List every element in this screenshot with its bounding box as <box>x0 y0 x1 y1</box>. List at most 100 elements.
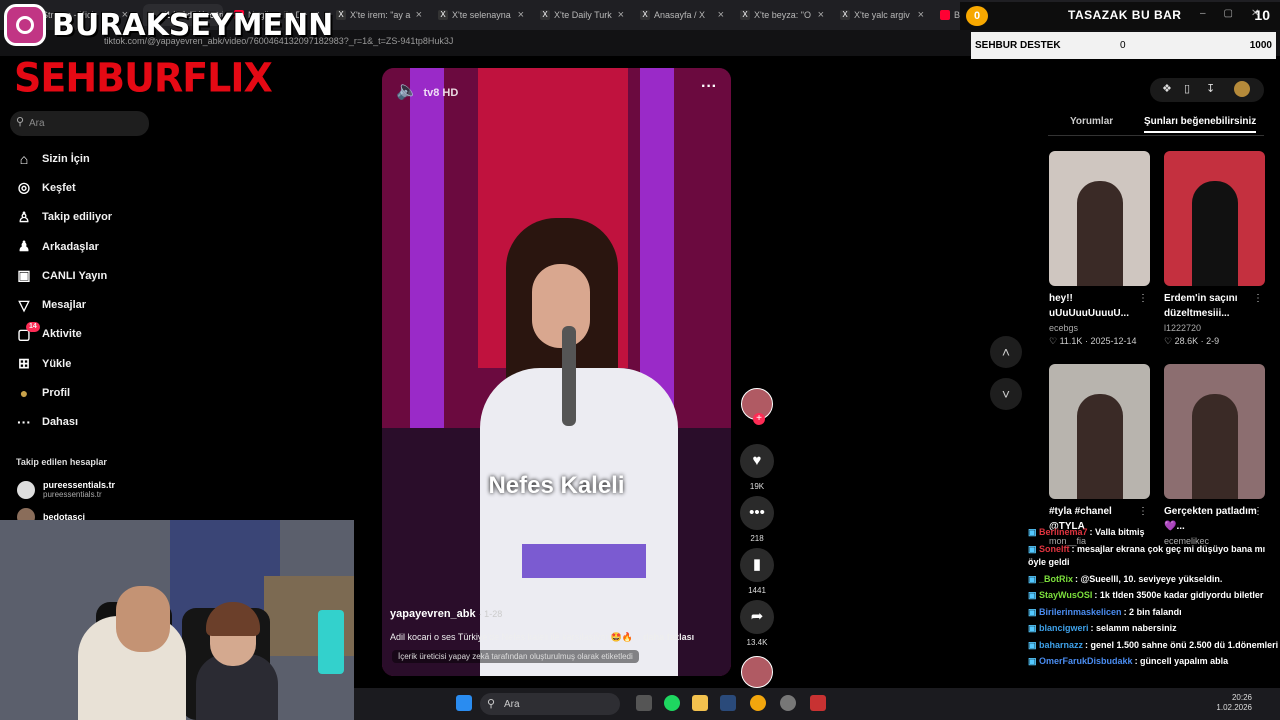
streamer-banner: BURAKSEYMENN <box>4 4 333 46</box>
sidebar-item[interactable]: ● Profil <box>14 378 112 407</box>
sidebar-item[interactable]: ♙ Takip ediliyor <box>14 203 112 232</box>
card-author: ecebgs <box>1049 323 1079 333</box>
video-thumbnail[interactable] <box>1164 364 1265 499</box>
more-options-icon[interactable]: ⋮ <box>1138 293 1148 304</box>
comment-icon: ••• <box>749 504 765 521</box>
send-icon: ▽ <box>18 296 30 313</box>
tab-label: Anasayfa / X <box>654 10 706 20</box>
previous-video-button[interactable]: ˄ <box>990 336 1022 368</box>
card-likes: 11.1K <box>1059 336 1083 346</box>
browser-tab[interactable]: X X'te beyza: "O × <box>734 4 828 26</box>
like-button[interactable]: ♥ <box>740 444 774 478</box>
more-options-icon[interactable]: ⋮ <box>1138 506 1148 517</box>
card-likes: 28.6K <box>1174 336 1199 346</box>
chat-username: blancigweri <box>1039 623 1089 633</box>
spotify-icon[interactable] <box>664 695 680 711</box>
author-username[interactable]: yapayevren_abk <box>390 608 476 620</box>
avatar <box>17 480 35 499</box>
browser-tab[interactable]: X X'te Daily Turk × <box>534 4 628 26</box>
x-icon: X <box>740 10 750 20</box>
chat-badge-icon: ▣ <box>1028 527 1040 537</box>
tab-label: X'te beyza: "O <box>754 10 811 20</box>
sidebar-item[interactable]: ♟ Arkadaşlar <box>14 232 112 261</box>
save-button[interactable]: ▮ <box>740 548 774 582</box>
chat-badge-icon: ▣ <box>1028 590 1040 600</box>
sidebar-item[interactable]: ⌂ Sizin İçin <box>14 144 112 173</box>
tab-recommended[interactable]: Şunları beğenebilirsiniz <box>1144 116 1257 133</box>
sidebar-item-label: Takip ediliyor <box>42 211 113 224</box>
following-account[interactable]: pureessentials.tr pureessentials.tr <box>17 480 115 499</box>
browser-tab[interactable]: X X'te irem: "ay a × <box>330 4 426 26</box>
sidebar-item[interactable]: ··· Dahası <box>14 408 112 437</box>
video-thumbnail[interactable] <box>1049 151 1150 286</box>
profile-avatar[interactable] <box>1234 81 1250 97</box>
following-title: Takip edilen hesaplar <box>16 457 107 467</box>
browser-tab[interactable]: X Anasayfa / X × <box>634 4 728 26</box>
sound-avatar[interactable] <box>741 656 773 688</box>
video-menu-button[interactable]: ··· <box>701 78 717 96</box>
sidebar-item-label: Mesajlar <box>42 299 87 312</box>
video-author[interactable]: yapayevren_abk · 1-28 <box>390 608 502 620</box>
search-placeholder: Ara <box>29 118 45 129</box>
follow-plus-icon[interactable]: + <box>753 413 765 425</box>
instagram-icon <box>4 4 46 46</box>
close-icon[interactable]: × <box>818 9 824 21</box>
sidebar-item-label: Arkadaşlar <box>42 240 99 253</box>
browser-tab[interactable]: X X'te yalc argiv × <box>834 4 928 26</box>
compass-icon[interactable]: ❖ <box>1162 82 1172 95</box>
steam-icon[interactable] <box>720 695 736 711</box>
download-icon[interactable]: ↧ <box>1206 82 1215 95</box>
phone-icon[interactable]: ▯ <box>1184 82 1190 95</box>
video-player[interactable]: 🔈 tv8 HD ··· Nefes Kaleli yapayevren_abk… <box>382 68 731 676</box>
video-description: Adil kocari o ses Türkiye'de Nefes kalel… <box>390 632 694 643</box>
creator-avatar[interactable]: + <box>741 388 773 425</box>
sehburflix-logo: SEHBURFLIX <box>14 54 273 102</box>
chat-username: Birilerinmaskelicen <box>1039 606 1122 617</box>
more-link[interactable]: daha fazlası <box>643 632 694 642</box>
video-thumbnail[interactable] <box>1049 364 1150 499</box>
close-icon[interactable]: × <box>718 9 724 21</box>
app-icon[interactable] <box>810 695 826 711</box>
destek-goal-bar: SEHBUR DESTEK 0 1000 <box>971 32 1276 59</box>
tab-comments[interactable]: Yorumlar <box>1070 116 1113 127</box>
streamer-head <box>116 586 170 652</box>
taskbar-search[interactable]: ⚲ Ara <box>480 693 620 715</box>
chevron-up-icon: ˄ <box>1001 344 1011 360</box>
windows-start-icon[interactable] <box>456 695 472 711</box>
browser-tab[interactable]: X X'te selenayna × <box>432 4 528 26</box>
share-button[interactable]: ➦ <box>740 600 774 634</box>
chat-text: : 2 bin falandı <box>1123 606 1182 617</box>
chat-username: baharnazz <box>1039 639 1084 650</box>
bookmark-icon: ▮ <box>752 556 762 573</box>
card-date: 2-9 <box>1206 336 1220 346</box>
sidebar-item-label: Keşfet <box>42 181 76 194</box>
more-options-icon[interactable]: ⋮ <box>1253 293 1263 304</box>
recommended-card[interactable]: #tyla #chanel @TYLA ⋮ mon__fia <box>1049 364 1150 546</box>
sidebar-item[interactable]: ⊞ Yükle <box>14 349 112 378</box>
next-video-button[interactable]: ˅ <box>990 378 1022 410</box>
file-explorer-icon[interactable] <box>692 695 708 711</box>
mute-icon[interactable]: 🔈 <box>396 80 418 100</box>
comment-button[interactable]: ••• <box>740 496 774 530</box>
chrome-icon[interactable] <box>750 695 766 711</box>
recommended-card[interactable]: hey!! uUuUuuUuuuU... ⋮ ecebgs ♡ 11.1K · 202… <box>1049 151 1150 347</box>
close-icon[interactable]: × <box>618 9 624 21</box>
search-input[interactable]: ⚲ Ara <box>10 111 149 136</box>
recommended-card[interactable]: Gerçekten patladım 💜... ⋮ ecemelikec <box>1164 364 1265 546</box>
sidebar-item[interactable]: ▢ 14 Aktivite <box>14 320 112 349</box>
close-icon[interactable]: × <box>416 9 422 21</box>
sidebar-item[interactable]: ◎ Keşfet <box>14 173 112 202</box>
more-options-icon[interactable]: ⋮ <box>1253 506 1263 517</box>
task-view-icon[interactable] <box>636 695 652 711</box>
system-clock[interactable]: 20:26 1.02.2026 <box>1216 693 1252 713</box>
card-author: l1222720 <box>1164 323 1202 333</box>
sidebar-item[interactable]: ▣ CANLI Yayın <box>14 261 112 290</box>
sidebar-item[interactable]: ▽ Mesajlar <box>14 290 112 319</box>
close-icon[interactable]: × <box>918 9 924 21</box>
recommended-card[interactable]: Erdem'in saçını düzeltmesiii... ⋮ l1222720… <box>1164 151 1265 347</box>
app-icon[interactable] <box>780 695 796 711</box>
chat-username: _BotRix <box>1039 573 1074 584</box>
video-thumbnail[interactable] <box>1164 151 1265 286</box>
chat-message: ▣ StayWusOSI: 1k tlden 3500e kadar gidiy… <box>1028 589 1280 603</box>
close-icon[interactable]: × <box>518 9 524 21</box>
